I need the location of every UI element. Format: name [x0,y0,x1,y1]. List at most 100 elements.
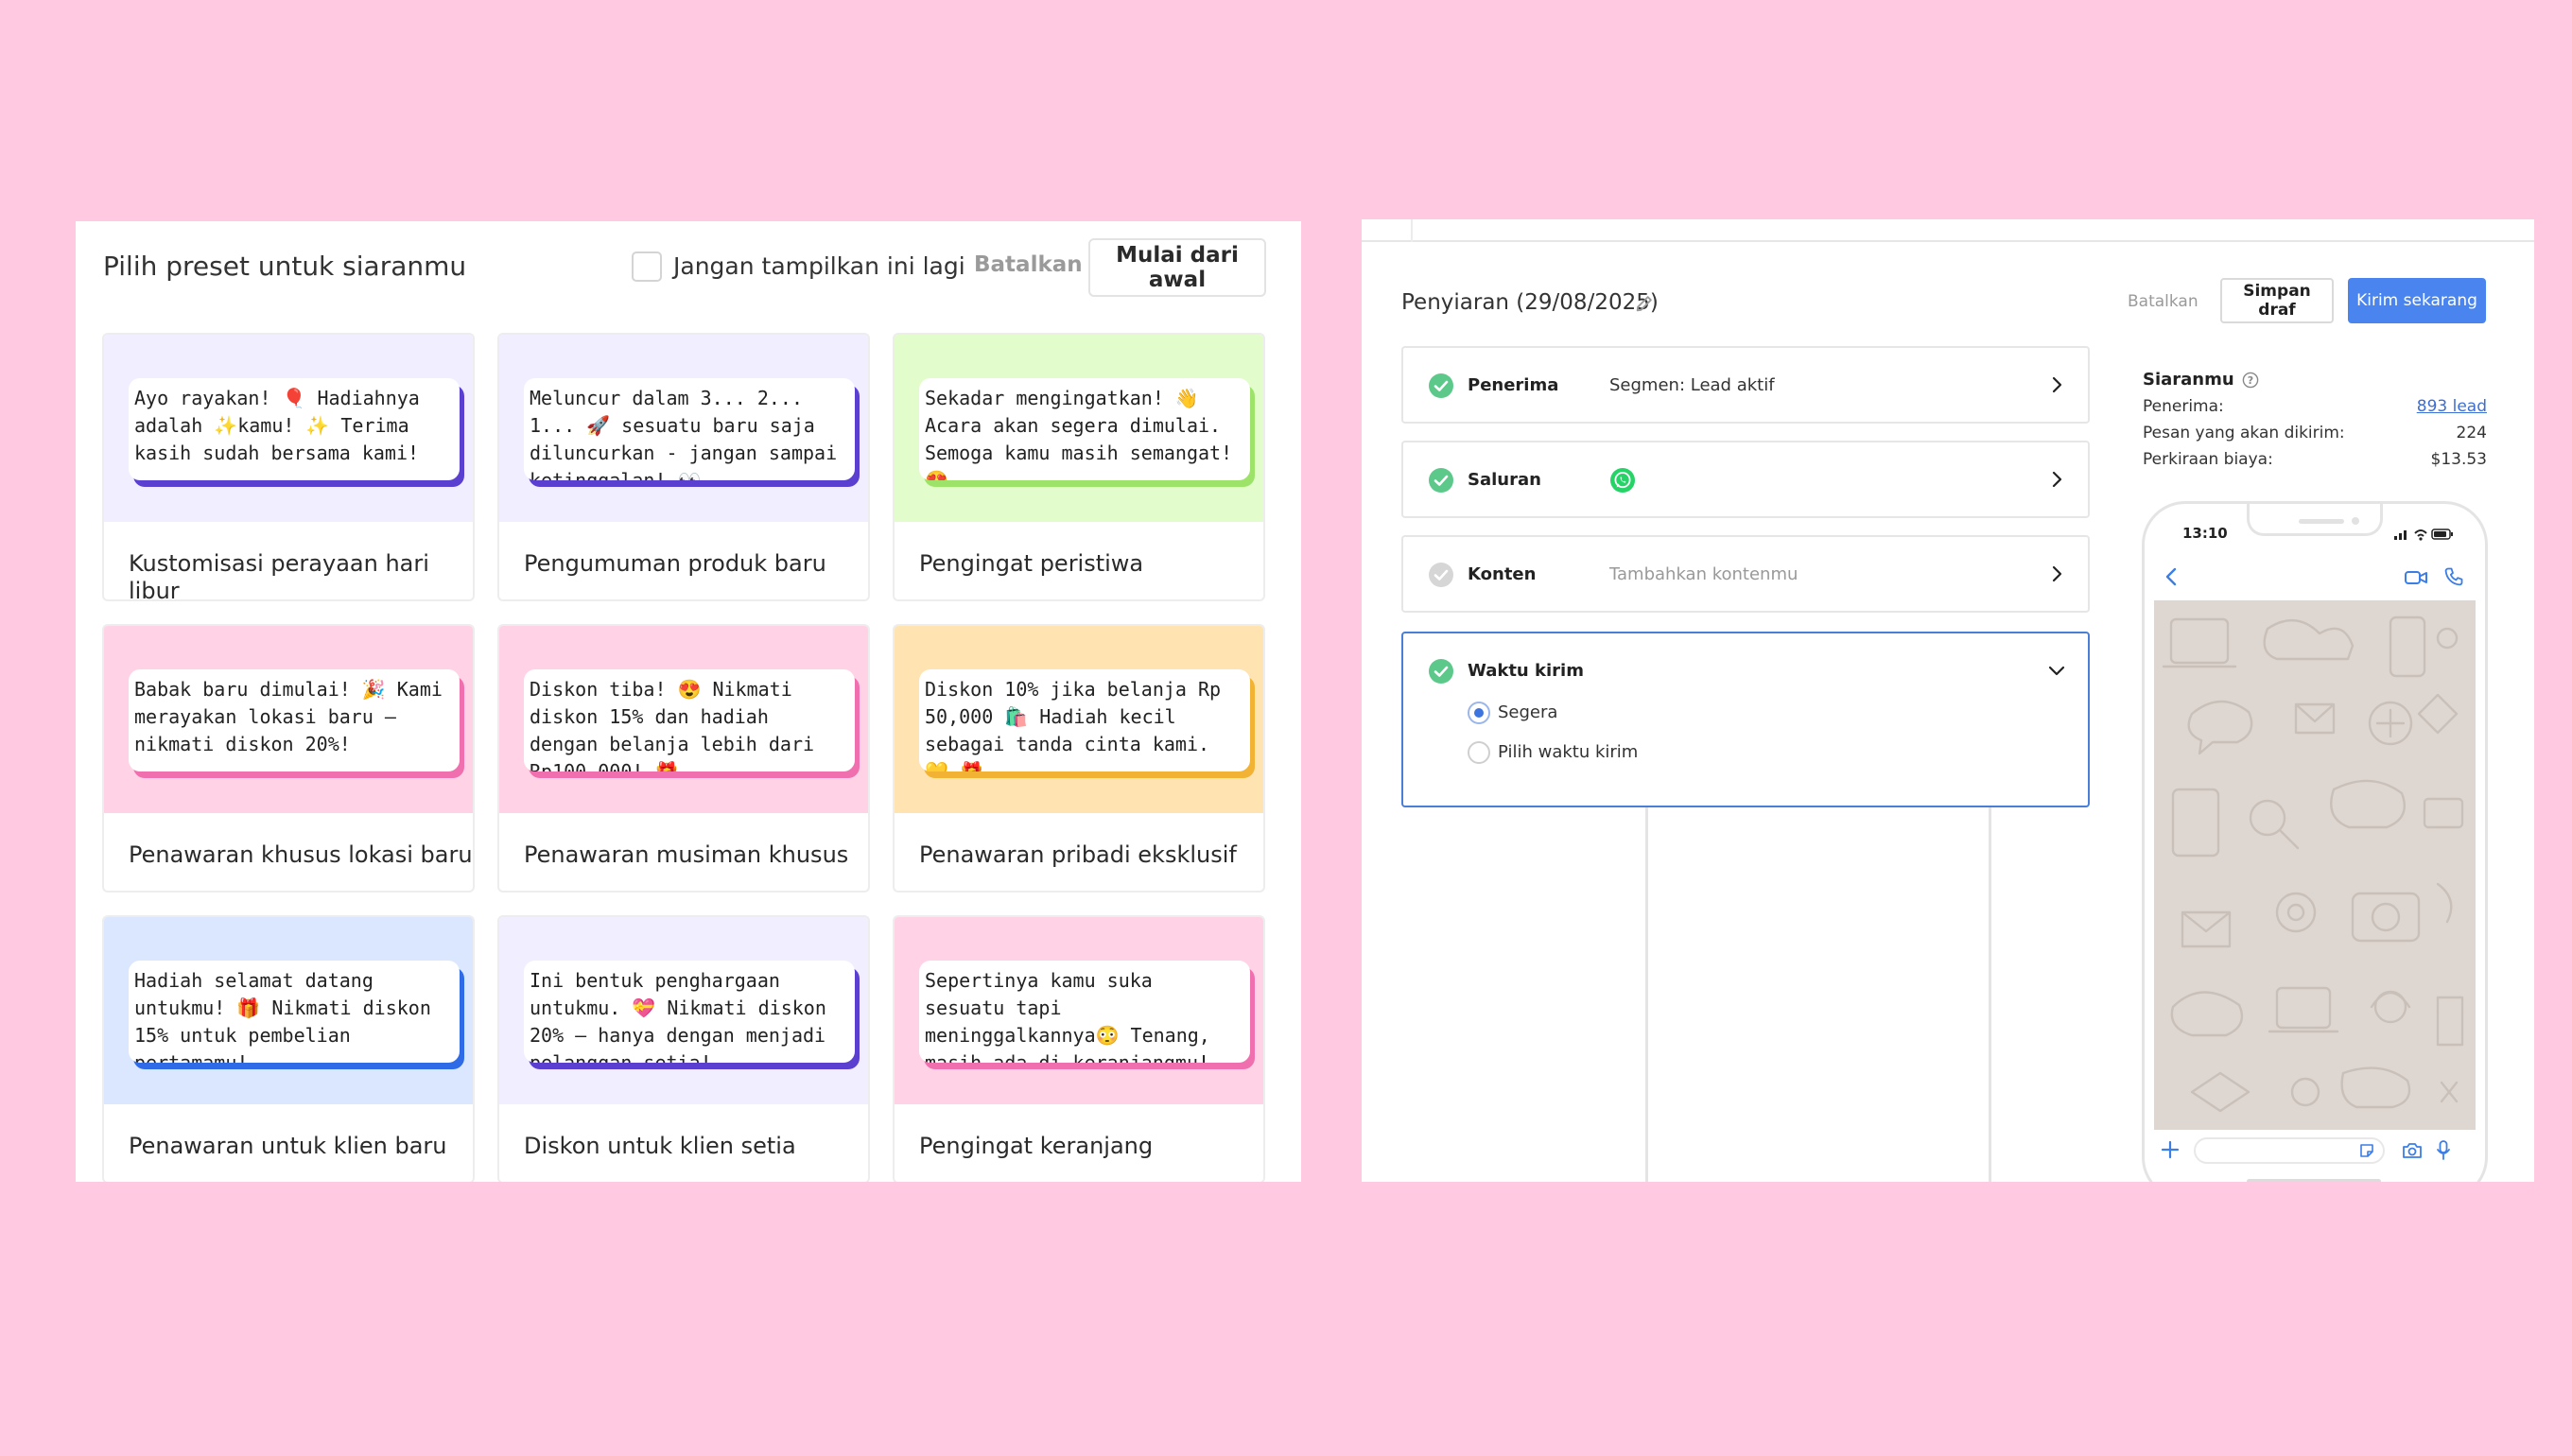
radio-button[interactable] [1468,702,1490,724]
step-content-placeholder: Tambahkan kontenmu [1609,564,1799,584]
broadcast-editor: Penyiaran (29/08/2025) Batalkan Simpan d… [1362,219,2534,1182]
home-indicator [2247,1179,2381,1182]
preset-message-bubble: Sepertinya kamu suka sesuatu tapi mening… [919,961,1250,1063]
preset-label: Pengingat keranjang [919,1133,1154,1159]
window-edge [1411,219,1413,242]
step-header: Penerima Segmen: Lead aktif [1403,348,2088,422]
preset-card[interactable]: Hadiah selamat datang untukmu! 🎁 Nikmati… [102,915,475,1182]
step-channel[interactable]: Saluran +998 94 995 05 14 [1401,441,2090,1182]
start-from-scratch-button[interactable]: Mulai dari awal [1088,238,1266,297]
send-now-button[interactable]: Kirim sekarang [2348,278,2486,323]
preset-label: Kustomisasi perayaan hari libur [129,550,429,601]
preset-label: Diskon untuk klien setia [524,1133,796,1159]
preset-preview: Meluncur dalam 3... 2... 1... 🚀 sesuatu … [499,335,868,522]
chevron-down-icon[interactable] [2046,660,2067,681]
step-recipient-label: Penerima [1468,375,1559,395]
plus-icon[interactable] [2160,1139,2181,1160]
summary-title-text: Siaranmu [2143,370,2234,390]
step-recipient-value: Segmen: Lead aktif [1609,375,1775,395]
preset-card[interactable]: Sekadar mengingatkan! 👋 Acara akan seger… [893,333,1265,601]
preset-preview: Ini bentuk penghargaan untukmu. 💝 Nikmat… [499,917,868,1104]
sticker-icon[interactable] [2358,1142,2375,1159]
summary-cost-value: $13.53 [2430,450,2487,469]
preset-message-bubble: Sekadar mengingatkan! 👋 Acara akan seger… [919,378,1250,480]
preset-preview: Sekadar mengingatkan! 👋 Acara akan seger… [895,335,1263,522]
window-divider [1362,240,2534,242]
step-header: Saluran +998 94 995 05 14 [1403,442,2088,1182]
phone-camera-dot [2352,517,2359,525]
preset-message-bubble: Hadiah selamat datang untukmu! 🎁 Nikmati… [129,961,460,1063]
summary-recipients-label: Penerima: [2143,397,2224,416]
summary-messages-row: Pesan yang akan dikirim: 224 [2143,420,2487,446]
cancel-button[interactable]: Batalkan [974,250,1083,281]
preset-message-bubble: Diskon 10% jika belanja Rp 50,000 🛍️ Had… [919,669,1250,771]
preset-message-bubble: Ini bentuk penghargaan untukmu. 💝 Nikmat… [524,961,855,1063]
preset-preview: Diskon 10% jika belanja Rp 50,000 🛍️ Had… [895,626,1263,813]
microphone-icon[interactable] [2436,1139,2451,1162]
dont-show-checkbox[interactable] [632,251,662,282]
dont-show-label[interactable]: Jangan tampilkan ini lagi [673,250,965,283]
save-draft-button[interactable]: Simpan draf [2220,278,2334,323]
chevron-right-icon[interactable] [2046,469,2067,490]
chat-background [2154,600,2476,1130]
phone-clock: 13:10 [2182,525,2228,542]
preset-label: Penawaran khusus lokasi baru [129,841,473,868]
phone-preview: 13:10 [2142,501,2488,1182]
preset-dialog: Pilih preset untuk siaranmu Jangan tampi… [76,221,1301,1182]
preset-preview: Babak baru dimulai! 🎉 Kami merayakan lok… [104,626,473,813]
summary-cost-label: Perkiraan biaya: [2143,450,2273,469]
chevron-right-icon[interactable] [2046,563,2067,584]
preset-dialog-header: Pilih preset untuk siaranmu Jangan tampi… [76,221,1301,333]
preset-card[interactable]: Meluncur dalam 3... 2... 1... 🚀 sesuatu … [497,333,870,601]
broadcast-cancel-button[interactable]: Batalkan [2128,289,2198,315]
broadcast-summary: Siaranmu ? Penerima: 893 lead Pesan yang… [2143,367,2487,473]
video-call-icon[interactable] [2404,568,2428,587]
recipients-link[interactable]: 893 lead [2417,393,2487,420]
step-channel-label: Saluran [1468,470,1541,490]
step-recipient[interactable]: Penerima Segmen: Lead aktif [1401,346,2090,424]
preset-preview: Ayo rayakan! 🎈 Hadiahnya adalah ✨kamu! ✨… [104,335,473,522]
phone-speaker [2299,519,2344,524]
status-bar-icons [2394,529,2453,541]
preset-label: Penawaran pribadi eksklusif [919,841,1237,868]
pencil-icon[interactable] [1634,293,1655,314]
check-circle-icon [1429,468,1453,493]
radio-button[interactable] [1468,741,1490,764]
radio-label: Pilih waktu kirim [1498,742,1639,762]
back-arrow-icon[interactable] [2162,566,2181,587]
step-timing-label: Waktu kirim [1468,661,1584,681]
preset-preview: Sepertinya kamu suka sesuatu tapi mening… [895,917,1263,1104]
chat-header [2145,555,2485,600]
radio-label: Segera [1498,702,1558,722]
camera-icon[interactable] [2402,1141,2423,1160]
summary-messages-value: 224 [2456,424,2487,442]
step-timing: Waktu kirim Segera Pilih waktu kirim [1401,632,2090,807]
svg-text:?: ? [2248,374,2253,387]
broadcast-title: Penyiaran (29/08/2025) [1401,290,1659,315]
preset-message-bubble: Ayo rayakan! 🎈 Hadiahnya adalah ✨kamu! ✨… [129,378,460,480]
check-circle-icon [1429,563,1453,587]
preset-card[interactable]: Diskon 10% jika belanja Rp 50,000 🛍️ Had… [893,624,1265,893]
phone-call-icon[interactable] [2443,566,2464,587]
preset-dialog-title: Pilih preset untuk siaranmu [103,251,467,282]
preset-card[interactable]: Ini bentuk penghargaan untukmu. 💝 Nikmat… [497,915,870,1182]
step-header: Konten Tambahkan kontenmu [1403,537,2088,611]
preset-message-bubble: Diskon tiba! 😍 Nikmati diskon 15% dan ha… [524,669,855,771]
step-content-label: Konten [1468,564,1537,584]
preset-label: Penawaran untuk klien baru [129,1133,447,1159]
summary-cost-row: Perkiraan biaya: $13.53 [2143,446,2487,473]
preset-label: Pengingat peristiwa [919,550,1144,577]
check-circle-icon [1429,373,1453,398]
summary-title: Siaranmu ? [2143,367,2487,393]
phone-notch [2247,504,2383,536]
preset-card[interactable]: Babak baru dimulai! 🎉 Kami merayakan lok… [102,624,475,893]
preset-card[interactable]: Diskon tiba! 😍 Nikmati diskon 15% dan ha… [497,624,870,893]
step-content[interactable]: Konten Tambahkan kontenmu [1401,535,2090,613]
step-header[interactable]: Waktu kirim [1403,633,2088,707]
message-input[interactable] [2194,1137,2385,1164]
whatsapp-icon [1610,468,1635,493]
preset-card[interactable]: Sepertinya kamu suka sesuatu tapi mening… [893,915,1265,1182]
preset-card[interactable]: Ayo rayakan! 🎈 Hadiahnya adalah ✨kamu! ✨… [102,333,475,601]
chevron-right-icon[interactable] [2046,374,2067,395]
info-icon[interactable]: ? [2242,372,2259,389]
